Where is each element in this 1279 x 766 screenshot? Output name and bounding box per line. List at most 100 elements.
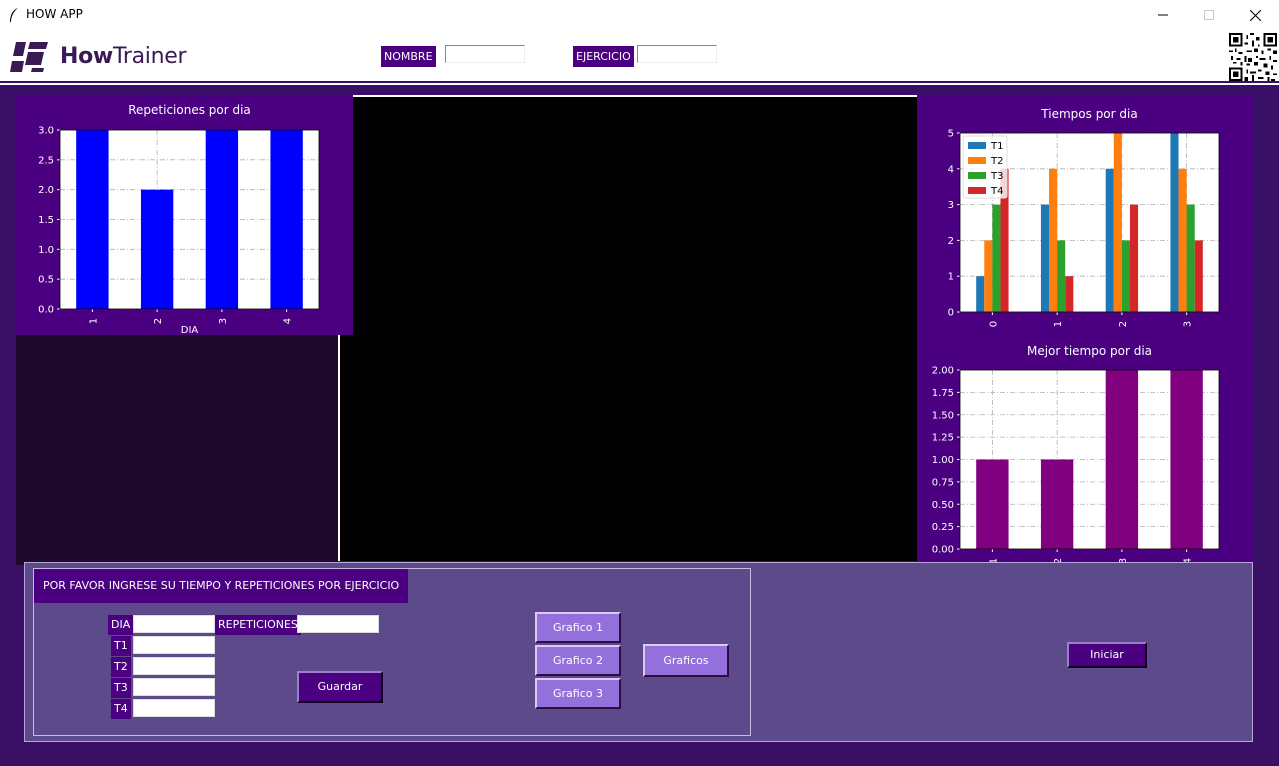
graficos-button[interactable]: Graficos — [643, 644, 729, 677]
bar — [976, 276, 985, 312]
logo-light-text: Trainer — [112, 44, 187, 69]
grafico1-button[interactable]: Grafico 1 — [535, 612, 621, 643]
y-tick-label: 2 — [948, 236, 954, 247]
bar — [984, 240, 993, 312]
feather-icon — [10, 8, 18, 22]
chart-mejor-tiempo: 0.000.250.500.751.001.251.501.752.001 2 3 4… — [932, 366, 1220, 575]
iniciar-button[interactable]: Iniciar — [1067, 642, 1147, 668]
y-tick-label: 5 — [948, 129, 954, 140]
bar — [1040, 459, 1074, 549]
t4-label: T4 — [111, 699, 131, 719]
t1-label: T1 — [111, 636, 131, 656]
t2-label: T2 — [111, 657, 131, 677]
bar — [1105, 168, 1114, 312]
y-tick-label: 3 — [948, 200, 954, 211]
nombre-label: NOMBRE — [381, 46, 436, 67]
bar — [1178, 168, 1187, 312]
chart-panel-tiempos: Tiempos por dia Mejor tiempo por dia 012… — [917, 95, 1253, 575]
repeticiones-label: REPETICIONES — [215, 615, 301, 635]
bar — [1121, 240, 1130, 312]
x-tick-label: 2 — [153, 318, 164, 324]
y-tick-label: 1.0 — [38, 245, 54, 256]
x-tick-label: 1 — [88, 318, 99, 324]
x-tick-label: 4 — [283, 318, 294, 324]
y-tick-label: 0.25 — [932, 522, 954, 533]
form-frame: POR FAVOR INGRESE SU TIEMPO Y REPETICION… — [33, 568, 751, 736]
t3-field[interactable] — [133, 678, 215, 696]
bar — [76, 130, 109, 309]
window-title: HOW APP — [26, 7, 83, 21]
legend-swatch — [968, 142, 986, 149]
nombre-field[interactable] — [445, 45, 525, 63]
legend-swatch — [968, 157, 986, 164]
y-tick-label: 0.75 — [932, 477, 954, 488]
grafico3-button[interactable]: Grafico 3 — [535, 678, 621, 709]
chart-tiempos: 0 1 2 3 4 5 0 1 2 3 T1 T2 T3 T4 — [948, 129, 1220, 327]
x-tick-label: 0 — [988, 321, 999, 327]
y-tick-label: 2.00 — [932, 366, 954, 377]
bar — [270, 130, 303, 309]
dia-field[interactable] — [133, 615, 215, 633]
x-tick-label: 2 — [1118, 321, 1129, 327]
bar — [992, 204, 1001, 312]
y-tick-label: 0.0 — [38, 305, 54, 316]
y-tick-label: 1.25 — [932, 433, 954, 444]
close-icon — [1249, 9, 1261, 21]
ejercicio-label: EJERCICIO — [573, 46, 634, 67]
video-feed — [338, 95, 918, 561]
close-button[interactable] — [1232, 0, 1278, 30]
y-tick-label: 1 — [948, 272, 954, 283]
guardar-button[interactable]: Guardar — [297, 671, 383, 703]
bar — [1170, 133, 1179, 312]
chart-legend: T1 T2 T3 T4 — [962, 135, 1008, 199]
bar — [140, 189, 174, 309]
qr-code-icon — [1229, 33, 1277, 81]
maximize-icon — [1204, 10, 1214, 20]
chart-panel-repeticiones: Repeticiones por dia 0.0 0.5 1.0 1.5 2.0 2.5 3… — [16, 95, 353, 335]
left-dark-area — [16, 335, 338, 565]
bar — [1105, 370, 1139, 549]
grafico2-button[interactable]: Grafico 2 — [535, 645, 621, 676]
bar — [205, 130, 239, 309]
bar — [1049, 168, 1058, 312]
legend-label: T4 — [990, 186, 1003, 197]
chart-repeticiones: 0.0 0.5 1.0 1.5 2.0 2.5 3.0 1 2 3 4 DIA — [38, 126, 320, 335]
app-header: HowTrainer NOMBRE EJERCICIO — [0, 30, 1279, 83]
t1-field[interactable] — [133, 636, 215, 654]
y-tick-label: 0 — [948, 308, 954, 319]
bar — [1113, 133, 1122, 312]
x-axis-label: DIA — [181, 325, 199, 335]
legend-label: T1 — [990, 141, 1003, 152]
y-tick-label: 0.00 — [932, 545, 954, 556]
y-tick-label: 1.75 — [932, 388, 954, 399]
form-prompt: POR FAVOR INGRESE SU TIEMPO Y REPETICION… — [34, 569, 409, 603]
maximize-button[interactable] — [1186, 0, 1232, 30]
t3-label: T3 — [111, 678, 131, 698]
y-tick-label: 0.5 — [38, 275, 54, 286]
ejercicio-field[interactable] — [637, 45, 717, 63]
bar — [1186, 204, 1195, 312]
y-tick-label: 1.50 — [932, 410, 954, 421]
bar — [1040, 204, 1050, 312]
y-tick-label: 0.50 — [932, 500, 954, 511]
legend-label: T2 — [990, 156, 1003, 167]
t2-field[interactable] — [133, 657, 215, 675]
main-area: Repeticiones por dia 0.0 0.5 1.0 1.5 2.0 2.5 3… — [0, 85, 1279, 766]
x-tick-label: 1 — [1053, 321, 1064, 327]
bar — [1170, 370, 1203, 549]
y-tick-label: 1.5 — [38, 215, 54, 226]
logo-icon — [10, 42, 48, 72]
y-tick-label: 2.5 — [38, 155, 54, 166]
minimize-button[interactable] — [1140, 0, 1186, 30]
legend-swatch — [968, 172, 986, 179]
bar — [1065, 276, 1074, 312]
bar — [1129, 204, 1139, 312]
input-panel: POR FAVOR INGRESE SU TIEMPO Y REPETICION… — [24, 562, 1253, 742]
bar — [1057, 240, 1066, 312]
logo-bold-text: How — [60, 44, 113, 69]
x-tick-label: 3 — [1183, 321, 1194, 327]
repeticiones-field[interactable] — [297, 615, 379, 633]
legend-swatch — [968, 187, 986, 194]
window-titlebar: HOW APP — [0, 0, 1279, 30]
t4-field[interactable] — [133, 699, 215, 717]
